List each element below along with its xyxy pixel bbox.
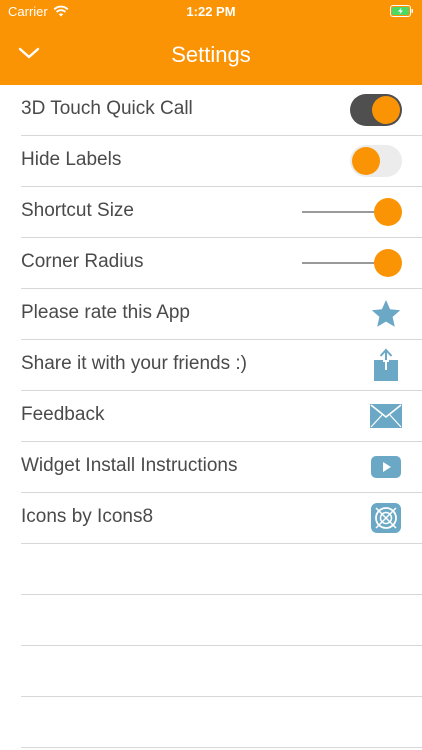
navigation-header: Carrier 1:22 PM Settings — [0, 0, 422, 85]
row-hide-labels: Hide Labels — [21, 136, 422, 187]
row-shortcut-size: Shortcut Size — [21, 187, 422, 238]
row-icons-credit[interactable]: Icons by Icons8 — [21, 493, 422, 544]
row-3d-touch-quick-call: 3D Touch Quick Call — [21, 85, 422, 136]
row-label: Widget Install Instructions — [21, 455, 238, 476]
row-label: Share it with your friends :) — [21, 353, 247, 374]
page-title: Settings — [171, 42, 251, 67]
row-label: Hide Labels — [21, 149, 122, 170]
hide-labels-toggle[interactable] — [350, 145, 402, 177]
youtube-icon[interactable] — [370, 450, 402, 484]
quick-call-toggle[interactable] — [350, 94, 402, 126]
icons8-icon[interactable] — [370, 501, 402, 535]
slider-thumb[interactable] — [374, 249, 402, 277]
row-rate-app[interactable]: Please rate this App — [21, 289, 422, 340]
row-label: Corner Radius — [21, 251, 144, 272]
status-bar: Carrier 1:22 PM — [0, 0, 422, 24]
row-label: Icons by Icons8 — [21, 506, 154, 527]
empty-row — [21, 646, 422, 697]
shortcut-size-slider[interactable] — [302, 197, 402, 227]
battery-icon — [390, 5, 413, 17]
toggle-knob — [352, 147, 380, 175]
empty-row — [21, 595, 422, 646]
empty-row — [21, 544, 422, 595]
row-label: Shortcut Size — [21, 200, 134, 221]
slider-thumb[interactable] — [374, 198, 402, 226]
row-corner-radius: Corner Radius — [21, 238, 422, 289]
star-icon[interactable] — [370, 297, 402, 331]
row-widget-instructions[interactable]: Widget Install Instructions — [21, 442, 422, 493]
status-time: 1:22 PM — [186, 4, 236, 19]
mail-icon[interactable] — [370, 399, 402, 433]
toggle-knob — [372, 96, 400, 124]
row-label: 3D Touch Quick Call — [21, 98, 193, 119]
row-feedback[interactable]: Feedback — [21, 391, 422, 442]
empty-row — [21, 697, 422, 748]
share-icon[interactable] — [370, 348, 402, 382]
settings-list: 3D Touch Quick Call Hide Labels Shortcut… — [0, 85, 422, 748]
row-label: Feedback — [21, 404, 105, 425]
row-label: Please rate this App — [21, 302, 190, 323]
corner-radius-slider[interactable] — [302, 248, 402, 278]
row-share[interactable]: Share it with your friends :) — [21, 340, 422, 391]
